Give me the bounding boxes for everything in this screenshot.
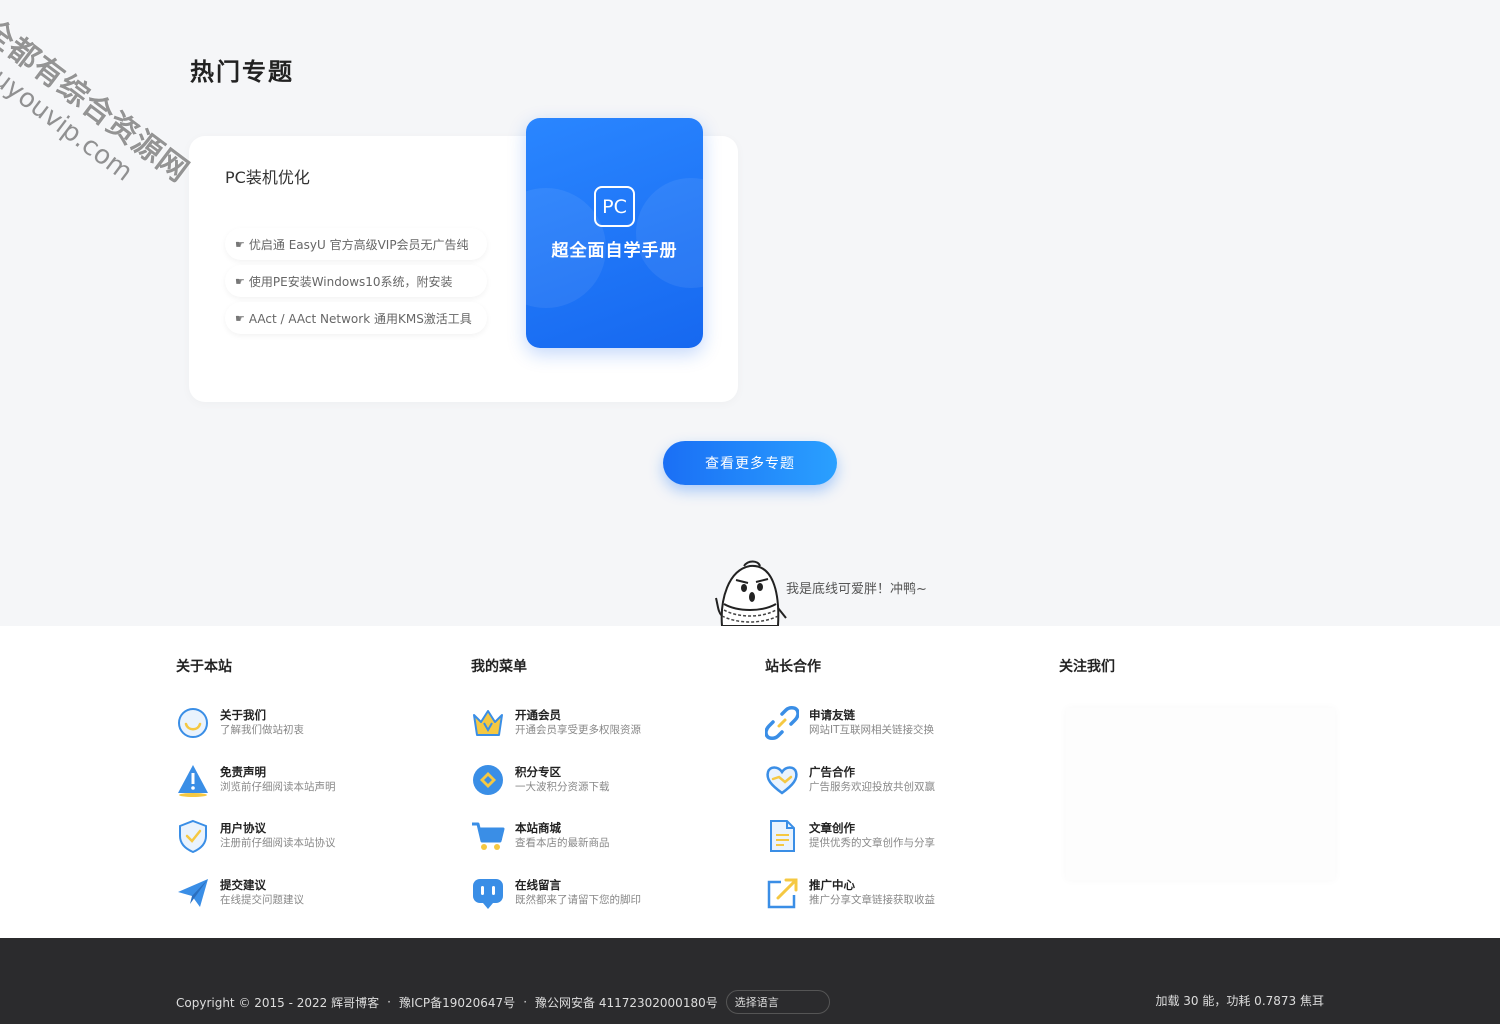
footer-link-message[interactable]: 在线留言 既然都来了请留下您的脚印	[471, 876, 761, 910]
footer-column-about: 关于本站 关于我们了解我们做站初衷 免责声明 浏览前仔细阅读本站声明 用户协议注册…	[176, 656, 466, 932]
topic-cover[interactable]: PC 超全面自学手册	[526, 118, 703, 348]
cover-decoration	[636, 178, 703, 288]
footer-link-disclaimer[interactable]: 免责声明 浏览前仔细阅读本站声明	[176, 763, 466, 797]
footer-link-desc: 推广分享文章链接获取收益	[809, 893, 935, 906]
footer-column-title: 关于本站	[176, 659, 232, 675]
pointing-hand-icon: ☛	[235, 311, 245, 325]
footer-link-title: 开通会员	[515, 708, 561, 722]
footer-link-title: 用户协议	[220, 821, 266, 835]
footer-link-desc: 浏览前仔细阅读本站声明	[220, 780, 336, 793]
separator-dot: ·	[523, 995, 528, 1009]
coin-icon	[473, 764, 503, 795]
footer-link-writing[interactable]: 文章创作提供优秀的文章创作与分享	[765, 819, 1055, 853]
footer-link-title: 申请友链	[809, 708, 855, 722]
topic-item[interactable]: ☛ AAct / AAct Network 通用KMS激活工具	[225, 302, 487, 334]
footer-column-menu: 我的菜单 开通会员 开通会员享受更多权限资源 积分专区 一大波积分资源下载 本站…	[471, 656, 761, 932]
footer-link-desc: 注册前仔细阅读本站协议	[220, 837, 336, 849]
footer-link-desc: 既然都来了请留下您的脚印	[515, 893, 641, 906]
footer-link-title: 提交建议	[220, 877, 266, 892]
topic-item-label: AAct / AAct Network 通用KMS激活工具	[248, 311, 472, 326]
icp-link[interactable]: 豫ICP备19020647号	[399, 994, 515, 1011]
footer-column-title: 我的菜单	[471, 659, 527, 675]
share-icon	[767, 878, 798, 908]
footer-link-desc: 一大波积分资源下载	[515, 780, 610, 793]
footer-column-cooperation: 站长合作 申请友链 网站IT互联网相关链接交换 广告合作 广告服务欢迎投放共创双赢 …	[765, 656, 1055, 932]
footer-link-about-us[interactable]: 关于我们了解我们做站初衷	[176, 706, 466, 740]
watermark: 全都有综合资源网 douyouvip.com	[0, 6, 200, 214]
document-icon	[770, 820, 795, 852]
bottom-line: 我是底线可爱胖！冲鸭~	[714, 560, 944, 626]
topic-list: ☛ 优启通 EasyU 官方高级VIP会员无广告纯 ☛ 使用PE安装Windows1…	[225, 228, 487, 339]
footer-link-points[interactable]: 积分专区 一大波积分资源下载	[471, 763, 761, 797]
police-record-link[interactable]: 豫公网安备 41172302000180号	[535, 994, 718, 1011]
footer-link-vip[interactable]: 开通会员开通会员享受更多权限资源	[471, 706, 761, 740]
smile-icon	[178, 708, 208, 738]
copyright-text: Copyright © 2015 - 2022 辉哥博客	[176, 995, 380, 1010]
footer-link-desc: 网站IT互联网相关链接交换	[809, 724, 935, 736]
footer-link-title: 广告合作	[809, 764, 855, 779]
footer-column-title: 站长合作	[765, 659, 821, 675]
footer-link-title: 在线留言	[515, 877, 561, 892]
footer-link-title: 免责声明	[220, 764, 266, 779]
topic-item[interactable]: ☛ 使用PE安装Windows10系统，附安装	[225, 265, 487, 297]
footer-link-desc: 提供优秀的文章创作与分享	[809, 837, 935, 849]
footer-link-desc: 在线提交问题建议	[220, 893, 304, 906]
follow-us-panel	[1066, 708, 1335, 880]
footer-link-title: 关于我们	[220, 708, 266, 722]
footer-link-title: 积分专区	[515, 764, 561, 779]
load-stats: 加载 30 能，功耗 0.7873 焦耳	[1155, 994, 1324, 1008]
footer-column-title: 关注我们	[1059, 659, 1115, 675]
footer-links: 关于本站 关于我们了解我们做站初衷 免责声明 浏览前仔细阅读本站声明 用户协议注册…	[0, 626, 1500, 938]
handshake-icon	[766, 765, 798, 795]
footer-link-friend-link[interactable]: 申请友链网站IT互联网相关链接交换	[765, 706, 1055, 740]
pc-badge-icon: PC	[594, 186, 635, 227]
watermark-line1: 全都有综合资源网	[0, 12, 196, 190]
shield-icon	[179, 819, 207, 853]
pointing-hand-icon: ☛	[235, 237, 245, 251]
footer-link-shop[interactable]: 本站商城查看本店的最新商品	[471, 819, 761, 853]
cover-title: 超全面自学手册	[551, 241, 678, 261]
footer-link-title: 文章创作	[809, 821, 855, 835]
paper-plane-icon	[178, 878, 208, 907]
footer-link-ads[interactable]: 广告合作 广告服务欢迎投放共创双赢	[765, 763, 1055, 797]
footer-column-follow: 关注我们	[1059, 656, 1349, 706]
mascot-icon	[715, 560, 787, 626]
footer-link-desc: 广告服务欢迎投放共创双赢	[809, 780, 935, 793]
link-icon	[765, 706, 799, 740]
footer-copyright-bar: Copyright © 2015 - 2022 辉哥博客 · 豫ICP备1902…	[176, 990, 830, 1014]
footer-link-desc: 查看本店的最新商品	[515, 837, 610, 849]
topic-item-label: 优启通 EasyU 官方高级VIP会员无广告纯	[248, 237, 469, 252]
topic-item[interactable]: ☛ 优启通 EasyU 官方高级VIP会员无广告纯	[225, 228, 487, 260]
cart-icon	[472, 822, 505, 850]
warning-icon	[178, 764, 208, 797]
pointing-hand-icon: ☛	[235, 274, 245, 288]
language-select[interactable]: 选择语言	[725, 990, 830, 1014]
separator-dot: ·	[387, 995, 391, 1009]
watermark-line2: douyouvip.com	[0, 43, 139, 188]
more-topics-button[interactable]: 查看更多专题	[663, 441, 837, 485]
footer-link-desc: 了解我们做站初衷	[220, 724, 304, 736]
footer-link-title: 推广中心	[809, 877, 855, 892]
bottom-line-text: 我是底线可爱胖！冲鸭~	[786, 582, 927, 597]
footer-link-feedback[interactable]: 提交建议 在线提交问题建议	[176, 876, 466, 910]
footer-bottom: Copyright © 2015 - 2022 辉哥博客 · 豫ICP备1902…	[0, 938, 1500, 1024]
footer-link-user-agreement[interactable]: 用户协议注册前仔细阅读本站协议	[176, 819, 466, 853]
topic-item-label: 使用PE安装Windows10系统，附安装	[248, 274, 453, 289]
footer-link-title: 本站商城	[515, 821, 561, 835]
message-icon	[473, 878, 503, 909]
crown-icon	[473, 710, 503, 736]
topic-name[interactable]: PC装机优化	[225, 164, 310, 188]
section-title: 热门专题	[190, 58, 294, 86]
footer-link-promotion[interactable]: 推广中心 推广分享文章链接获取收益	[765, 876, 1055, 910]
footer-link-desc: 开通会员享受更多权限资源	[515, 724, 641, 736]
